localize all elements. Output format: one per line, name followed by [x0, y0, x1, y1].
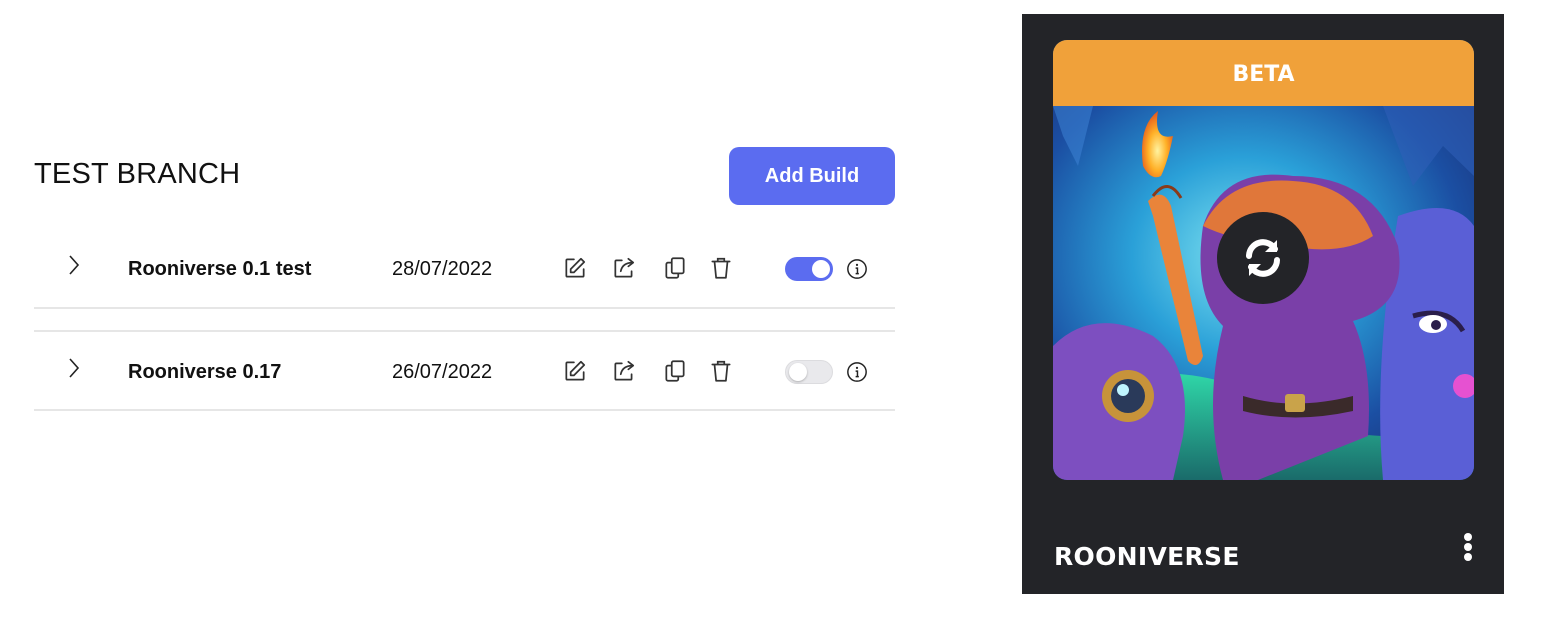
share-icon[interactable] — [611, 255, 637, 281]
build-name: Rooniverse 0.17 — [128, 361, 282, 383]
toggle-knob — [812, 260, 830, 278]
toggle-knob — [789, 363, 807, 381]
info-icon[interactable] — [846, 361, 868, 383]
enable-toggle[interactable] — [785, 257, 833, 281]
info-icon[interactable] — [846, 258, 868, 280]
trash-icon[interactable] — [708, 255, 734, 281]
game-card[interactable]: BETA ROONIVERSE — [1022, 14, 1504, 594]
divider — [34, 330, 895, 332]
share-icon[interactable] — [611, 358, 637, 384]
edit-icon[interactable] — [562, 255, 588, 281]
build-date: 28/07/2022 — [392, 258, 493, 280]
build-date: 26/07/2022 — [392, 361, 493, 383]
chevron-right-icon[interactable] — [62, 356, 86, 380]
build-name: Rooniverse 0.1 test — [128, 258, 312, 280]
build-row: Rooniverse 0.1 test 28/07/2022 — [34, 238, 895, 298]
game-card-title: ROONIVERSE — [1054, 542, 1240, 571]
build-row: Rooniverse 0.17 26/07/2022 — [34, 341, 895, 401]
game-card-image[interactable]: BETA — [1053, 40, 1474, 480]
beta-badge: BETA — [1053, 40, 1474, 106]
branch-title: TEST BRANCH — [34, 158, 241, 190]
enable-toggle[interactable] — [785, 360, 833, 384]
divider — [34, 307, 895, 309]
more-vertical-icon[interactable] — [1458, 532, 1478, 566]
trash-icon[interactable] — [708, 358, 734, 384]
copy-icon[interactable] — [662, 358, 688, 384]
add-build-button[interactable]: Add Build — [729, 147, 895, 205]
refresh-button[interactable] — [1217, 212, 1309, 304]
copy-icon[interactable] — [662, 255, 688, 281]
divider — [34, 409, 895, 411]
chevron-right-icon[interactable] — [62, 253, 86, 277]
edit-icon[interactable] — [562, 358, 588, 384]
refresh-icon — [1246, 239, 1280, 277]
